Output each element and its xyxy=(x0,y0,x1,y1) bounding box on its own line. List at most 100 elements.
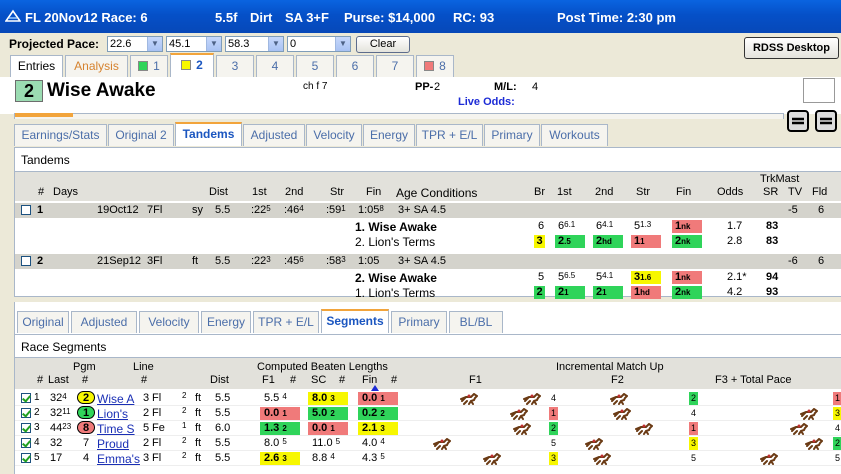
tandem-race-age: 3+ SA 4.5 xyxy=(398,204,447,216)
tandem-race-checkbox[interactable] xyxy=(21,205,31,215)
pace-value-4: 0 xyxy=(290,38,297,50)
tandem-race-num: 2 xyxy=(37,255,44,267)
tab-workouts[interactable]: Workouts xyxy=(541,124,608,146)
tandem-br: 2 xyxy=(534,286,545,299)
tandem-race-cond: sy xyxy=(192,204,203,216)
hdr-last: Last xyxy=(48,374,69,386)
tab-lower-primary[interactable]: Primary xyxy=(391,311,447,333)
cbl-val: 8.8 xyxy=(312,452,328,464)
tandem-sr: 83 xyxy=(766,220,779,232)
tab-lower-tpr-e-l[interactable]: TPR + E/L xyxy=(253,311,319,333)
segment-match-rank: 3 xyxy=(549,452,558,465)
tab-tpr-e-l[interactable]: TPR + E/L xyxy=(416,124,483,146)
segments-title: Race Segments xyxy=(21,340,107,354)
pace-select-2[interactable]: 45.1 ▼ xyxy=(166,36,222,52)
tab-horse-3[interactable]: 3 xyxy=(216,55,254,77)
tab-horse-4[interactable]: 4 xyxy=(256,55,294,77)
segment-last: 32 xyxy=(50,437,62,449)
hdr-match-f1: F1 xyxy=(469,374,482,386)
segment-horse-link[interactable]: Lion's xyxy=(97,407,128,421)
tandem-br: 5 xyxy=(538,271,545,283)
pace-select-3[interactable]: 58.3 ▼ xyxy=(225,36,284,52)
segment-line: 3 xyxy=(143,392,150,404)
segment-num: 5 xyxy=(34,452,40,463)
tab-entries[interactable]: Entries xyxy=(10,55,63,77)
horse-icon xyxy=(483,452,502,465)
tab-energy[interactable]: Energy xyxy=(363,124,415,146)
horse-icon xyxy=(790,422,809,435)
tab-lower-segments[interactable]: Segments xyxy=(321,309,389,333)
tandems-panel: Tandems # Days Dist 1st 2nd Str Fin Age … xyxy=(14,147,841,300)
horse-color-square xyxy=(424,61,435,71)
tab-strip xyxy=(14,113,784,119)
segment-horse-link[interactable]: Time S xyxy=(97,422,135,436)
segment-horse-link[interactable]: Wise A xyxy=(97,392,134,406)
segment-pgm-badge: 2 xyxy=(77,391,95,404)
rdss-desktop-button[interactable]: RDSS Desktop xyxy=(744,37,839,59)
pace-select-4[interactable]: 0 ▼ xyxy=(287,36,351,52)
segment-match-rank: 4 xyxy=(550,393,556,403)
tab-original-2[interactable]: Original 2 xyxy=(108,124,174,146)
segment-cond: ft xyxy=(195,437,202,449)
horse-icon xyxy=(460,392,479,405)
tandem-race-dist: 5.5 xyxy=(215,255,231,267)
tab-horse-6[interactable]: 6 xyxy=(336,55,374,77)
tandem-pos: 11 xyxy=(631,235,661,248)
tab-primary[interactable]: Primary xyxy=(484,124,540,146)
tab-tandems[interactable]: Tandems xyxy=(175,122,242,146)
tab-adjusted[interactable]: Adjusted xyxy=(243,124,305,146)
tab-horse-1[interactable]: 1 xyxy=(130,55,168,77)
segment-checkbox[interactable] xyxy=(21,438,31,448)
tab-horse-8[interactable]: 8 xyxy=(416,55,454,77)
tab-horse-label: 3 xyxy=(231,59,239,73)
segment-cbl-cell: 8.0 5 xyxy=(264,437,287,449)
tab-lower-energy[interactable]: Energy xyxy=(201,311,251,333)
tandem-pos: 51.3 xyxy=(634,220,651,232)
segment-match-rank: 5 xyxy=(690,453,696,463)
cbl-val: 0.2 xyxy=(362,407,378,419)
clear-button[interactable]: Clear xyxy=(356,36,410,53)
pos-sup: hd xyxy=(640,288,650,297)
segment-checkbox[interactable] xyxy=(21,423,31,433)
hdr-seg-fin-num: # xyxy=(391,374,398,386)
lower-tabs: Original Adjusted Velocity Energy TPR + E/L S… xyxy=(17,309,503,333)
horse-icon xyxy=(800,407,819,420)
tab-earnings-stats[interactable]: Earnings/Stats xyxy=(14,124,107,146)
segment-match-rank: 1 xyxy=(549,407,558,420)
tandem-race-checkbox[interactable] xyxy=(21,256,31,266)
chevron-down-icon: ▼ xyxy=(147,37,162,51)
scroll-up-button[interactable] xyxy=(787,110,809,132)
tandem-race-age: 3+ SA 4.5 xyxy=(398,255,447,267)
segment-horse-link[interactable]: Proud xyxy=(97,437,129,451)
segment-checkbox[interactable] xyxy=(21,453,31,463)
segment-checkbox[interactable] xyxy=(21,408,31,418)
tab-lower-original[interactable]: Original xyxy=(17,311,69,333)
cbl-rank: 5 xyxy=(335,437,341,446)
tab-lower-adjusted[interactable]: Adjusted xyxy=(71,311,137,333)
tab-lower-bl-bl[interactable]: BL/BL xyxy=(449,311,503,333)
tandem-race-fin: 1:05 xyxy=(358,255,379,267)
cbl-rank: 2 xyxy=(282,424,287,433)
segment-match-rank: 5 xyxy=(550,438,556,448)
segment-row: 4 32 7 Proud 2 Fl 2 ft 5.5 8.0 5 11.0 5 4.0 4532 xyxy=(15,436,841,451)
race-purse: Purse: $14,000 xyxy=(344,10,436,25)
segment-cbl-cell: 4.0 4 xyxy=(362,437,385,449)
tab-horse-label: 2 xyxy=(196,58,203,72)
pp-value: 2 xyxy=(434,81,441,93)
segment-checkbox[interactable] xyxy=(21,393,31,403)
tab-analysis[interactable]: Analysis xyxy=(65,55,128,77)
pos-sup: 6.1 xyxy=(564,220,576,229)
tab-horse-7[interactable]: 7 xyxy=(376,55,414,77)
tab-velocity[interactable]: Velocity xyxy=(306,124,362,146)
tandem-race-fld: 6 xyxy=(818,204,825,216)
scroll-down-button[interactable] xyxy=(815,110,837,132)
tab-horse-5[interactable]: 5 xyxy=(296,55,334,77)
segment-num: 1 xyxy=(34,392,40,403)
pace-select-1[interactable]: 22.6 ▼ xyxy=(107,36,163,52)
segment-horse-link[interactable]: Emma's xyxy=(97,452,140,466)
horse-icon xyxy=(805,437,824,450)
tab-horse-label: 1 xyxy=(153,59,160,73)
tab-horse-2[interactable]: 2 xyxy=(170,53,214,77)
tab-lower-velocity[interactable]: Velocity xyxy=(139,311,199,333)
horse-icon xyxy=(613,407,632,420)
